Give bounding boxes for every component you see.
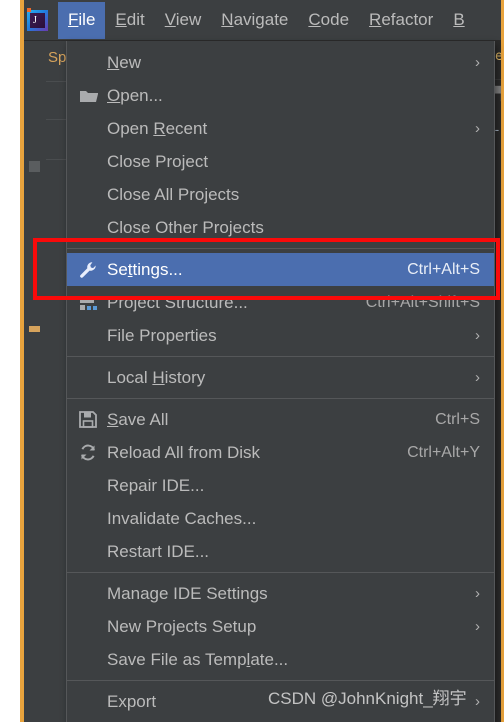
screenshot-root: Project Structure Spr e ▀▖ -b J <box>0 0 504 722</box>
no-icon <box>79 119 103 139</box>
menu-item-save-all[interactable]: Save All Ctrl+S <box>67 403 494 436</box>
wrench-icon <box>79 260 103 280</box>
menubar-item-file-rest: ile <box>78 9 96 29</box>
code-fragment: e <box>495 49 501 64</box>
menu-item-label: Close Project <box>107 151 209 171</box>
menu-item-label: Open Recent <box>107 118 208 138</box>
reload-icon <box>79 443 103 463</box>
watermark-text: CSDN @JohnKnight_翔宇 <box>268 689 467 708</box>
menu-item-label: Local History <box>107 367 206 387</box>
folder-icon <box>79 86 103 106</box>
menu-item-project-structure[interactable]: Project Structure... Ctrl+Alt+Shift+S <box>67 286 494 319</box>
no-icon <box>79 152 103 172</box>
menubar-item-refactor[interactable]: Refactor <box>359 2 443 39</box>
chevron-right-icon: › <box>475 618 480 635</box>
menu-item-shortcut: Ctrl+Alt+Y <box>407 443 480 461</box>
menu-item-new-projects-setup[interactable]: New Projects Setup › <box>67 610 494 643</box>
menu-item-label: Save File as Template... <box>107 649 289 669</box>
menu-separator <box>67 356 494 357</box>
menu-item-manage-ide-settings[interactable]: Manage IDE Settings › <box>67 577 494 610</box>
menu-item-open[interactable]: Open... <box>67 79 494 112</box>
no-icon <box>79 185 103 205</box>
menubar-item-view[interactable]: View <box>155 2 212 39</box>
menu-separator <box>67 248 494 249</box>
file-dropdown-menu: New › Open... Open Recent › Close Projec… <box>66 41 495 722</box>
no-icon <box>79 218 103 238</box>
menu-item-label: Project Structure... <box>107 292 248 312</box>
menubar-item-edit[interactable]: Edit <box>105 2 154 39</box>
no-icon <box>79 476 103 496</box>
menu-separator <box>67 572 494 573</box>
project-structure-icon <box>79 293 103 313</box>
menubar-item-edit-rest: dit <box>126 9 145 29</box>
menu-item-open-recent[interactable]: Open Recent › <box>67 112 494 145</box>
menu-item-reload-all-from-disk[interactable]: Reload All from Disk Ctrl+Alt+Y <box>67 436 494 469</box>
menu-item-file-properties[interactable]: File Properties › <box>67 319 494 352</box>
menu-item-label: Close All Projects <box>107 184 240 204</box>
chevron-right-icon: › <box>475 54 480 71</box>
menu-item-close-project[interactable]: Close Project <box>67 145 494 178</box>
no-icon <box>79 509 103 529</box>
menu-item-label: New Projects Setup <box>107 616 257 636</box>
menu-item-new[interactable]: New › <box>67 46 494 79</box>
menu-item-shortcut: Ctrl+Alt+S <box>407 260 480 278</box>
menu-item-close-all-projects[interactable]: Close All Projects <box>67 178 494 211</box>
chevron-right-icon: › <box>475 585 480 602</box>
no-icon <box>79 584 103 604</box>
menubar-item-code-rest: ode <box>320 9 350 29</box>
chevron-right-icon: › <box>475 120 480 137</box>
menubar-item-build[interactable]: B <box>443 2 474 39</box>
menu-item-save-file-as-template[interactable]: Save File as Template... <box>67 643 494 676</box>
menu-item-shortcut: Ctrl+S <box>435 410 480 428</box>
menu-item-shortcut: Ctrl+Alt+Shift+S <box>365 293 480 311</box>
no-icon <box>79 692 103 712</box>
menu-item-repair-ide[interactable]: Repair IDE... <box>67 469 494 502</box>
menubar-item-code[interactable]: Code <box>298 2 359 39</box>
menu-separator <box>67 680 494 681</box>
no-icon <box>79 326 103 346</box>
menu-separator <box>67 398 494 399</box>
menu-item-label: Repair IDE... <box>107 475 205 495</box>
menu-item-label: Open... <box>107 85 163 105</box>
menu-item-label: New <box>107 52 142 72</box>
menubar-item-navigate[interactable]: Navigate <box>211 2 298 39</box>
menu-item-print[interactable]: Print... <box>67 718 494 722</box>
menu-item-label: Close Other Projects <box>107 217 264 237</box>
tool-strip-marker <box>29 326 40 332</box>
menu-item-label: Manage IDE Settings <box>107 583 268 603</box>
chevron-right-icon: › <box>475 369 480 386</box>
menu-item-restart-ide[interactable]: Restart IDE... <box>67 535 494 568</box>
menu-item-local-history[interactable]: Local History › <box>67 361 494 394</box>
menu-item-close-other-projects[interactable]: Close Other Projects <box>67 211 494 244</box>
menubar-item-view-rest: iew <box>175 9 202 29</box>
no-icon <box>79 368 103 388</box>
menubar-item-navigate-rest: avigate <box>233 9 289 29</box>
chevron-right-icon: › <box>475 693 480 710</box>
menu-item-settings[interactable]: Settings... Ctrl+Alt+S <box>67 253 494 286</box>
menu-item-label: Invalidate Caches... <box>107 508 257 528</box>
no-icon <box>79 650 103 670</box>
save-icon <box>79 410 103 430</box>
no-icon <box>79 617 103 637</box>
chevron-right-icon: › <box>475 327 480 344</box>
left-tool-strip[interactable]: Project Structure <box>24 41 47 722</box>
menubar-item-refactor-rest: efactor <box>381 9 434 29</box>
menu-item-label: Reload All from Disk <box>107 442 261 462</box>
menu-item-label: Restart IDE... <box>107 541 210 561</box>
menubar-item-file[interactable]: File <box>58 1 106 39</box>
no-icon <box>79 542 103 562</box>
menu-bar: J File Edit View Navigate Code Refactor <box>24 0 501 41</box>
menu-item-invalidate-caches[interactable]: Invalidate Caches... <box>67 502 494 535</box>
menu-item-label: File Properties <box>107 325 217 345</box>
no-icon <box>79 53 103 73</box>
tool-strip-chip <box>29 161 40 172</box>
intellij-idea-icon: J <box>27 8 49 32</box>
menu-item-label: Settings... <box>107 259 183 279</box>
menu-item-label: Save All <box>107 409 169 429</box>
ide-window: Project Structure Spr e ▀▖ -b J <box>20 0 504 722</box>
